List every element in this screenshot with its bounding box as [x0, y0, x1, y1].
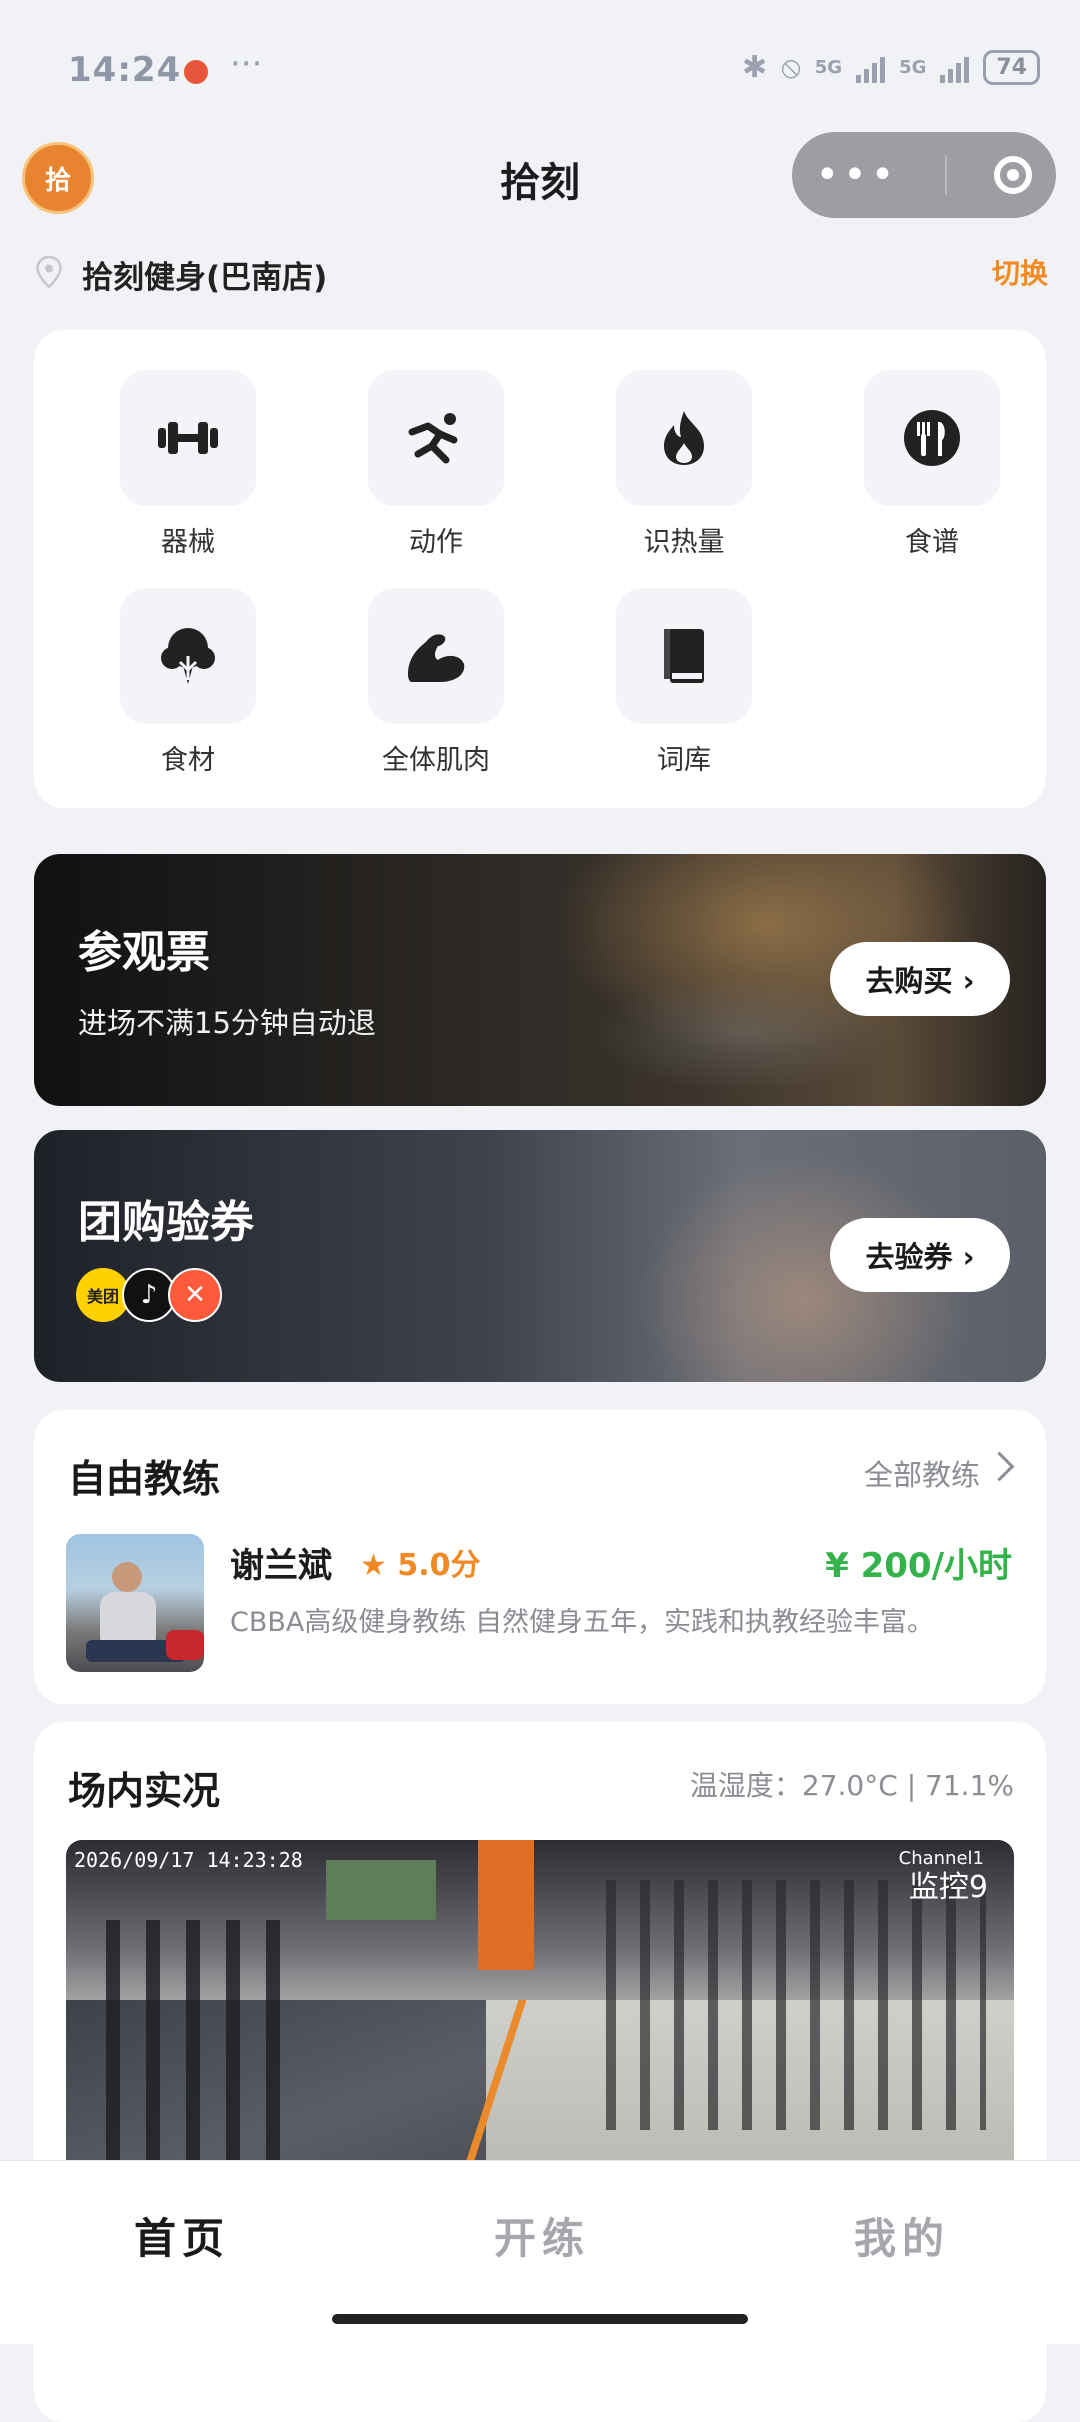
- koubei-icon: ✕: [168, 1268, 222, 1322]
- banner-title: 团购验券: [78, 1197, 254, 1248]
- dumbbell-icon: [120, 370, 256, 506]
- tab-train[interactable]: 开练: [494, 2205, 590, 2266]
- bluetooth-icon: ✱: [742, 50, 768, 85]
- banner-subtitle: 进场不满15分钟自动退: [78, 1006, 376, 1040]
- avatar-figure-body: [100, 1592, 156, 1642]
- section-title: 自由教练: [68, 1457, 221, 1501]
- grid-item-label: 词库: [657, 745, 711, 776]
- close-miniprogram-icon[interactable]: [994, 156, 1033, 194]
- grid-item-muscles[interactable]: 全体肌肉: [346, 588, 526, 777]
- group-coupon-banner[interactable]: 团购验券 美团 ♪ ✕ 去验券 ›: [34, 1130, 1046, 1382]
- home-indicator[interactable]: [332, 2314, 748, 2324]
- grid-item-label: 全体肌肉: [382, 745, 490, 776]
- feature-grid-card: 器械 动作 识热量 食谱 食材 全体肌肉 词库: [34, 330, 1046, 808]
- gym-location-name[interactable]: 拾刻健身(巴南店): [82, 252, 327, 297]
- coach-avatar[interactable]: [66, 1534, 204, 1672]
- notification-app-icon: [184, 60, 208, 84]
- temperature-humidity: 温湿度：27.0°C | 71.1%: [689, 1769, 1014, 1802]
- coach-section: 自由教练 全部教练 谢兰斌 ★ 5.0分 ¥ 200/小时 CBBA高级健身教练…: [34, 1410, 1046, 1704]
- camera-equipment: [106, 1920, 306, 2160]
- mute-icon: ⦸: [781, 50, 801, 85]
- battery-icon: 74: [983, 50, 1040, 85]
- network-5g-label-2: 5G: [899, 57, 927, 78]
- grid-item-exercises[interactable]: 动作: [346, 370, 526, 559]
- avatar-bag: [166, 1630, 204, 1660]
- section-title: 场内实况: [68, 1769, 221, 1813]
- status-icons: ✱ ⦸ 5G 5G 74: [742, 50, 1040, 85]
- coach-rating-value: 5.0分: [397, 1548, 481, 1583]
- coach-description: CBBA高级健身教练 自然健身五年，实践和执教经验丰富。: [230, 1607, 934, 1638]
- grid-item-dictionary[interactable]: 词库: [594, 588, 774, 777]
- grid-item-label: 食材: [161, 745, 215, 776]
- muscle-icon: [368, 588, 504, 724]
- avatar-figure: [112, 1562, 142, 1592]
- grid-item-label: 食谱: [905, 527, 959, 558]
- signal-icon: [856, 53, 886, 83]
- camera-orange-wall: [478, 1840, 534, 1970]
- grid-item-label: 器械: [161, 527, 215, 558]
- grid-item-calories[interactable]: 识热量: [594, 370, 774, 559]
- grid-item-ingredients[interactable]: 食材: [98, 588, 278, 777]
- flame-icon: [616, 370, 752, 506]
- verify-coupon-button[interactable]: 去验券 ›: [830, 1218, 1010, 1292]
- running-icon: [368, 370, 504, 506]
- grid-item-recipes[interactable]: 食谱: [842, 370, 1022, 559]
- status-time: 14:24: [68, 50, 182, 90]
- tab-home[interactable]: 首页: [134, 2205, 230, 2266]
- tab-profile[interactable]: 我的: [854, 2205, 950, 2266]
- platform-badges: 美团 ♪ ✕: [76, 1268, 236, 1324]
- broccoli-icon: [120, 588, 256, 724]
- coach-name: 谢兰斌: [230, 1546, 332, 1586]
- grid-item-label: 识热量: [643, 527, 725, 558]
- chevron-right-icon[interactable]: [984, 1451, 1015, 1482]
- camera-equipment-2: [606, 1880, 986, 2130]
- book-icon: [616, 588, 752, 724]
- buy-ticket-button[interactable]: 去购买 ›: [830, 942, 1010, 1016]
- more-icon[interactable]: •••: [816, 155, 899, 195]
- camera-label: 监控9: [908, 1870, 988, 1905]
- all-coaches-link[interactable]: 全部教练: [864, 1452, 980, 1494]
- banner-title: 参观票: [78, 927, 210, 978]
- miniprogram-capsule: •••: [792, 132, 1056, 218]
- camera-timestamp: 2026/09/17 14:23:28: [74, 1848, 303, 1872]
- network-5g-label: 5G: [814, 57, 843, 78]
- cutlery-icon: [864, 370, 1000, 506]
- location-pin-icon: [36, 256, 62, 288]
- signal-icon-2: [940, 53, 970, 83]
- capsule-divider: [945, 155, 948, 195]
- grid-item-equipment[interactable]: 器械: [98, 370, 278, 559]
- visitor-ticket-banner[interactable]: 参观票 进场不满15分钟自动退 去购买 ›: [34, 854, 1046, 1106]
- coach-rating: ★ 5.0分: [360, 1540, 481, 1584]
- live-camera-feed[interactable]: 2026/09/17 14:23:28 Channel1 监控9: [66, 1840, 1014, 2200]
- coach-price: ¥ 200/小时: [825, 1546, 1012, 1586]
- status-more-indicator: ···: [230, 44, 263, 84]
- grid-item-label: 动作: [409, 527, 463, 558]
- star-icon: ★: [360, 1548, 387, 1583]
- switch-location-button[interactable]: 切换: [992, 252, 1048, 292]
- camera-window: [326, 1860, 436, 1920]
